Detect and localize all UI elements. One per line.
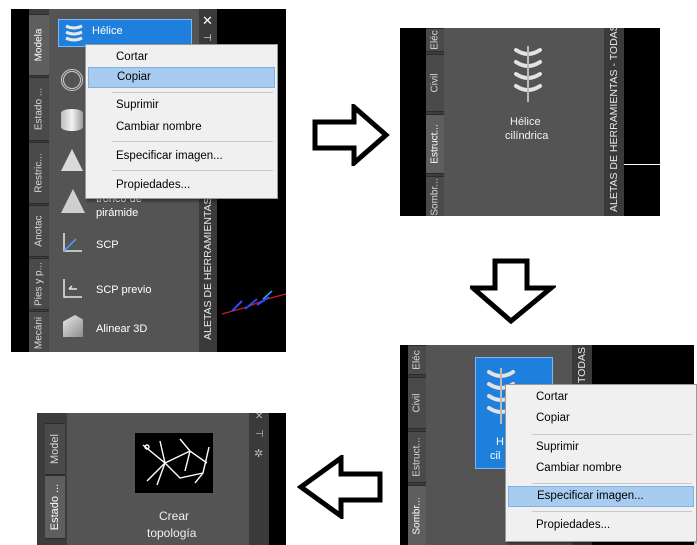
tab-modela[interactable]: Modela (29, 14, 49, 76)
tab-pies[interactable]: Pies y p... (29, 258, 49, 310)
tab-civil[interactable]: Civil (426, 54, 444, 112)
arrow-down-icon (466, 258, 558, 329)
arrow-right-icon (312, 101, 390, 171)
palette-title: TODAS (576, 347, 588, 383)
menu-cortar[interactable]: Cortar (88, 47, 275, 68)
menu-suprimir[interactable]: Suprimir (88, 95, 275, 116)
tab-strip: Model Estado ... (37, 413, 67, 545)
tab-estruct[interactable]: Estruct... (426, 114, 444, 174)
pin-icon[interactable]: ⊣ (255, 429, 264, 440)
selected-tool-helice[interactable]: Hélice (58, 19, 192, 47)
tool-label-piramide: pirámide (96, 207, 139, 219)
model-space-line (624, 164, 660, 165)
menu-separator (112, 141, 273, 142)
menu-separator (112, 92, 273, 93)
menu-separator (532, 434, 692, 435)
tab-civil[interactable]: Civil (408, 377, 426, 429)
arrow-left-icon (296, 453, 383, 524)
context-menu-2: Cortar Copiar Suprimir Cambiar nombre Es… (505, 384, 697, 542)
tab-anotac[interactable]: Anotac (29, 205, 49, 257)
menu-especificar-imagen[interactable]: Especificar imagen... (88, 146, 275, 167)
menu-propiedades[interactable]: Propiedades... (508, 515, 694, 536)
menu-cambiar-nombre[interactable]: Cambiar nombre (88, 117, 275, 138)
topology-image (135, 433, 213, 493)
menu-separator (532, 511, 692, 512)
menu-copiar[interactable]: Copiar (88, 67, 275, 88)
tab-sombr[interactable]: Sombr... (426, 176, 444, 216)
ucs-previous-icon (61, 277, 83, 299)
ucs-icon (61, 231, 83, 253)
tab-sombr[interactable]: Sombr... (408, 485, 426, 545)
tab-estruct[interactable]: Estruct... (408, 431, 426, 483)
menu-suprimir[interactable]: Suprimir (508, 437, 694, 458)
context-menu-1: Cortar Copiar Suprimir Cambiar nombre Es… (85, 44, 278, 199)
tool-scp-previo[interactable]: SCP previo (96, 284, 151, 296)
tool-label-line1: Crear (159, 509, 190, 523)
pin-icon[interactable]: ⊣ (203, 33, 212, 44)
tab-model[interactable]: Model (45, 423, 65, 475)
tab-elec[interactable]: Eléc (426, 28, 444, 52)
menu-copiar[interactable]: Copiar (508, 408, 694, 429)
model-space-lines (221, 290, 286, 315)
tool-label-fragment: cil (490, 450, 501, 462)
menu-cambiar-nombre[interactable]: Cambiar nombre (508, 458, 694, 479)
tab-estado[interactable]: Estado ... (29, 77, 49, 141)
panel-2-tool-palette: Eléc Civil Estruct... Sombr... Hélice ci… (400, 28, 660, 216)
tab-strip: Modela Estado ... Restric... Anotac Pies… (29, 9, 49, 352)
tool-label-line2: cilíndrica (505, 130, 549, 142)
palette-title: ALETAS DE HERRAMIENTAS - TODAS (608, 28, 620, 212)
tool-label-line1: Hélice (510, 116, 541, 128)
helix-icon (63, 22, 85, 44)
tab-restric[interactable]: Restric... (29, 142, 49, 204)
tool-scp[interactable]: SCP (96, 239, 119, 251)
palette-title: ALETAS DE HERRAMIENTAS - (202, 191, 214, 340)
palette-menu-icon[interactable]: ✲ (254, 447, 263, 460)
right-black-area (269, 413, 286, 545)
tool-label-fragment: H (496, 436, 504, 448)
cylinder-icon (61, 109, 83, 131)
panel-4-tool-palette: Model Estado ... Crear topología ✕ ⊣ ✲ (37, 413, 286, 545)
spiral-icon (61, 69, 83, 91)
cone-icon (61, 149, 83, 171)
tool-alinear-3d[interactable]: Alinear 3D (96, 323, 147, 335)
menu-propiedades[interactable]: Propiedades... (88, 175, 275, 196)
tab-strip: Eléc Civil Estruct... Sombr... (426, 28, 444, 216)
tab-estado[interactable]: Estado ... (45, 475, 65, 539)
tool-label-line2: topología (147, 526, 197, 540)
close-icon[interactable]: ✕ (255, 413, 263, 422)
pyramid-icon (61, 189, 85, 213)
tab-elec[interactable]: Eléc (408, 345, 426, 375)
helix-cylindrical-icon (513, 44, 543, 104)
menu-separator (112, 170, 273, 171)
selected-tool-label: Hélice (92, 25, 123, 37)
tab-strip: Eléc Civil Estruct... Sombr... (408, 345, 426, 545)
close-icon[interactable]: ✕ (202, 13, 213, 29)
menu-cortar[interactable]: Cortar (508, 387, 694, 408)
menu-separator (532, 483, 692, 484)
menu-especificar-imagen[interactable]: Especificar imagen... (508, 486, 694, 507)
tab-mecani[interactable]: Mecáni (29, 311, 49, 352)
